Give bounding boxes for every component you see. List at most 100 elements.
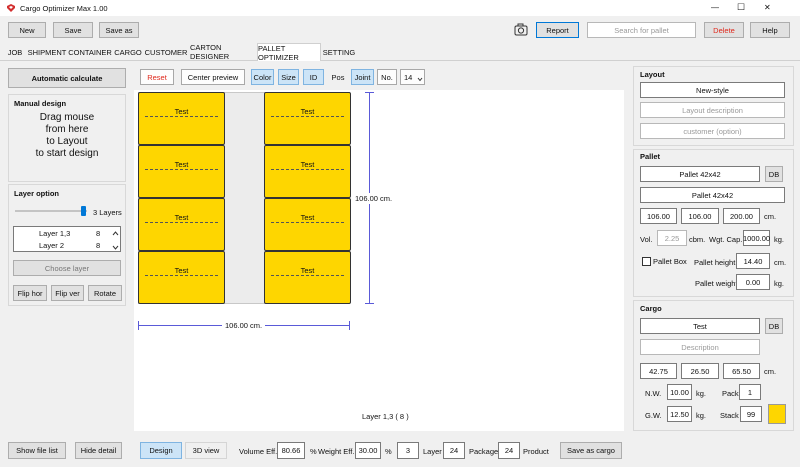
cargo-db-button[interactable]: DB [765, 318, 783, 334]
joint-toggle[interactable]: Joint [351, 69, 374, 85]
cargo-height-input[interactable]: 65.50 [723, 363, 760, 379]
hide-detail-button[interactable]: Hide detail [75, 442, 122, 459]
reset-button[interactable]: Reset [140, 69, 174, 85]
cargo-box-divider [271, 222, 344, 223]
layer-list-item[interactable]: Layer 1,3 8 [14, 228, 110, 239]
cargo-dim-unit: cm. [764, 367, 777, 376]
rotate-button[interactable]: Rotate [88, 285, 122, 301]
cargo-box-label: Test [300, 213, 315, 222]
layers-slider[interactable] [15, 206, 87, 216]
tab-customer[interactable]: CUSTOMER [145, 44, 188, 60]
tab-container[interactable]: CONTAINER [68, 44, 112, 60]
pallet-name-input[interactable]: Pallet 42x42 [640, 166, 760, 182]
pallet-width-input[interactable]: 106.00 [681, 208, 719, 224]
cargo-box[interactable]: Test [264, 145, 351, 198]
height-dimension-cap-top [365, 92, 374, 93]
layout-name-input[interactable]: New-style [640, 82, 785, 98]
tab-cargo[interactable]: CARGO [113, 44, 143, 60]
no-select-value: 14 [404, 72, 413, 82]
size-toggle[interactable]: Size [278, 69, 299, 85]
tab-pallet-optimizer[interactable]: PALLET OPTIMIZER [257, 43, 321, 62]
pallet-box-checkbox[interactable] [642, 257, 651, 266]
new-button[interactable]: New [8, 22, 46, 38]
pos-toggle[interactable]: Pos [328, 69, 348, 85]
manual-design-title: Manual design [14, 99, 67, 108]
cargo-box[interactable]: Test [264, 92, 351, 145]
pallet-weight-input[interactable]: 0.00 [736, 274, 770, 290]
no-button[interactable]: No. [377, 69, 397, 85]
cargo-box[interactable]: Test [264, 251, 351, 304]
save-as-button[interactable]: Save as [99, 22, 139, 38]
layer-list-item[interactable]: Layer 2 8 [14, 240, 110, 251]
layers-count: 3 Layers [93, 208, 122, 217]
pallet-db-button[interactable]: DB [765, 166, 783, 182]
3d-view-button[interactable]: 3D view [185, 442, 227, 459]
close-icon[interactable]: ✕ [764, 3, 771, 12]
design-view-button[interactable]: Design [140, 442, 182, 459]
layers-slider-track [15, 210, 87, 212]
pack-input[interactable]: 1 [739, 384, 761, 400]
choose-layer-button[interactable]: Choose layer [13, 260, 121, 276]
tab-shipment[interactable]: SHIPMENT [27, 44, 67, 60]
search-pallet-input[interactable]: Search for pallet [587, 22, 696, 38]
scroll-up-icon[interactable] [112, 229, 119, 238]
pallet-height-input[interactable]: 14.40 [736, 253, 770, 269]
cargo-color-swatch[interactable] [768, 404, 786, 424]
layer-name: Layer 1,3 [39, 229, 71, 238]
maximize-icon[interactable]: ☐ [737, 2, 745, 13]
layout-customer-input[interactable]: customer (option) [640, 123, 785, 139]
cargo-box[interactable]: Test [138, 198, 225, 251]
flip-hor-button[interactable]: Flip hor [13, 285, 47, 301]
cargo-box[interactable]: Test [138, 92, 225, 145]
pack-label: Pack [722, 389, 739, 398]
delete-button[interactable]: Delete [704, 22, 744, 38]
show-file-list-button[interactable]: Show file list [8, 442, 66, 459]
stack-input[interactable]: 99 [740, 406, 762, 422]
layers-slider-thumb[interactable] [81, 206, 86, 216]
cargo-description-input[interactable]: Description [640, 339, 760, 355]
pallet-height-dim-input[interactable]: 200.00 [723, 208, 760, 224]
cargo-box[interactable]: Test [138, 251, 225, 304]
pallet-name-secondary[interactable]: Pallet 42x42 [640, 187, 785, 203]
weight-capacity-input[interactable]: 1000.00 [743, 230, 770, 246]
pallet-box-label: Pallet Box [653, 257, 687, 266]
camera-icon[interactable] [514, 23, 528, 36]
cargo-box[interactable]: Test [264, 198, 351, 251]
cargo-length-input[interactable]: 42.75 [640, 363, 677, 379]
save-button[interactable]: Save [53, 22, 93, 38]
color-toggle[interactable]: Color [251, 69, 274, 85]
pallet-length-input[interactable]: 106.00 [640, 208, 677, 224]
center-preview-button[interactable]: Center preview [181, 69, 245, 85]
layout-canvas[interactable]: Test Test Test Test Test Test Test Test 106.00 … [134, 90, 624, 431]
flip-ver-button[interactable]: Flip ver [51, 285, 84, 301]
report-button[interactable]: Report [536, 22, 579, 38]
save-as-cargo-button[interactable]: Save as cargo [560, 442, 622, 459]
automatic-calculate-button[interactable]: Automatic calculate [8, 68, 126, 88]
cargo-box-divider [271, 275, 344, 276]
cargo-box-label: Test [174, 107, 189, 116]
scroll-down-icon[interactable] [112, 243, 119, 252]
no-select[interactable]: 14 [400, 69, 425, 85]
cargo-box-divider [145, 116, 218, 117]
product-count-value: 24 [498, 442, 520, 459]
manual-design-drag-source[interactable]: Drag mouse from here to Layout to start … [9, 112, 125, 172]
id-toggle[interactable]: ID [303, 69, 324, 85]
weight-eff-value: 30.00 [355, 442, 381, 459]
pallet-volume-label: Vol. [640, 235, 653, 244]
tab-job[interactable]: JOB [4, 44, 26, 60]
minimize-icon[interactable]: — [711, 3, 719, 12]
net-weight-input[interactable]: 10.00 [667, 384, 692, 400]
volume-eff-percent: % [310, 447, 317, 456]
volume-eff-label: Volume Eff. [239, 447, 278, 456]
product-count-label: Product [523, 447, 549, 456]
cargo-box[interactable]: Test [138, 145, 225, 198]
layer-list[interactable]: Layer 1,3 8 Layer 2 8 [13, 226, 121, 252]
tab-setting[interactable]: SETTING [323, 44, 356, 60]
cargo-width-input[interactable]: 26.50 [681, 363, 719, 379]
tab-carton-designer[interactable]: CARTON DESIGNER [190, 43, 256, 61]
pallet-weight-label: Pallet weight [695, 279, 738, 288]
help-button[interactable]: Help [750, 22, 790, 38]
gross-weight-input[interactable]: 12.50 [667, 406, 692, 422]
cargo-name-input[interactable]: Test [640, 318, 760, 334]
layout-description-input[interactable]: Layout description [640, 102, 785, 118]
